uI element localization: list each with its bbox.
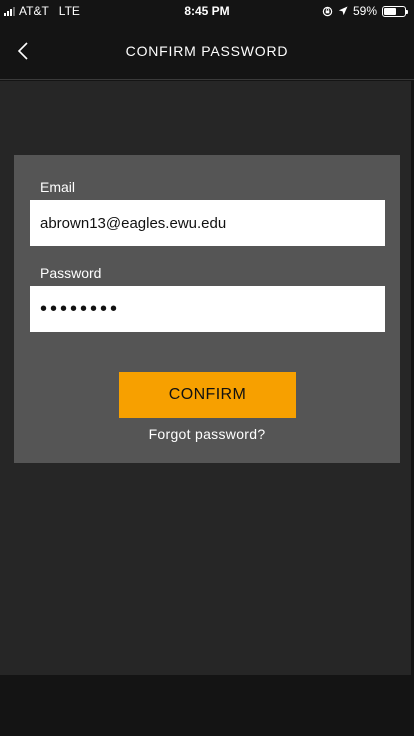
- password-label: Password: [40, 265, 102, 281]
- main-content: Email Password CONFIRM Forgot password?: [0, 81, 411, 675]
- email-label: Email: [40, 179, 76, 195]
- confirm-password-card: Email Password CONFIRM Forgot password?: [14, 155, 400, 463]
- page-title: CONFIRM PASSWORD: [125, 43, 289, 59]
- bottom-bar: [0, 675, 414, 736]
- email-field[interactable]: [30, 200, 385, 246]
- forgot-password-link[interactable]: Forgot password?: [14, 426, 400, 442]
- location-arrow-icon: [338, 6, 348, 16]
- confirm-button[interactable]: CONFIRM: [119, 372, 296, 418]
- status-right: 59%: [322, 4, 408, 18]
- status-bar: AT&T LTE 8:45 PM 59%: [0, 0, 414, 22]
- password-field[interactable]: [30, 286, 385, 332]
- nav-bar: CONFIRM PASSWORD: [0, 22, 414, 80]
- battery-icon: [382, 5, 408, 17]
- orientation-lock-icon: [322, 6, 333, 16]
- battery-percent: 59%: [352, 4, 377, 18]
- battery-level: [384, 7, 396, 15]
